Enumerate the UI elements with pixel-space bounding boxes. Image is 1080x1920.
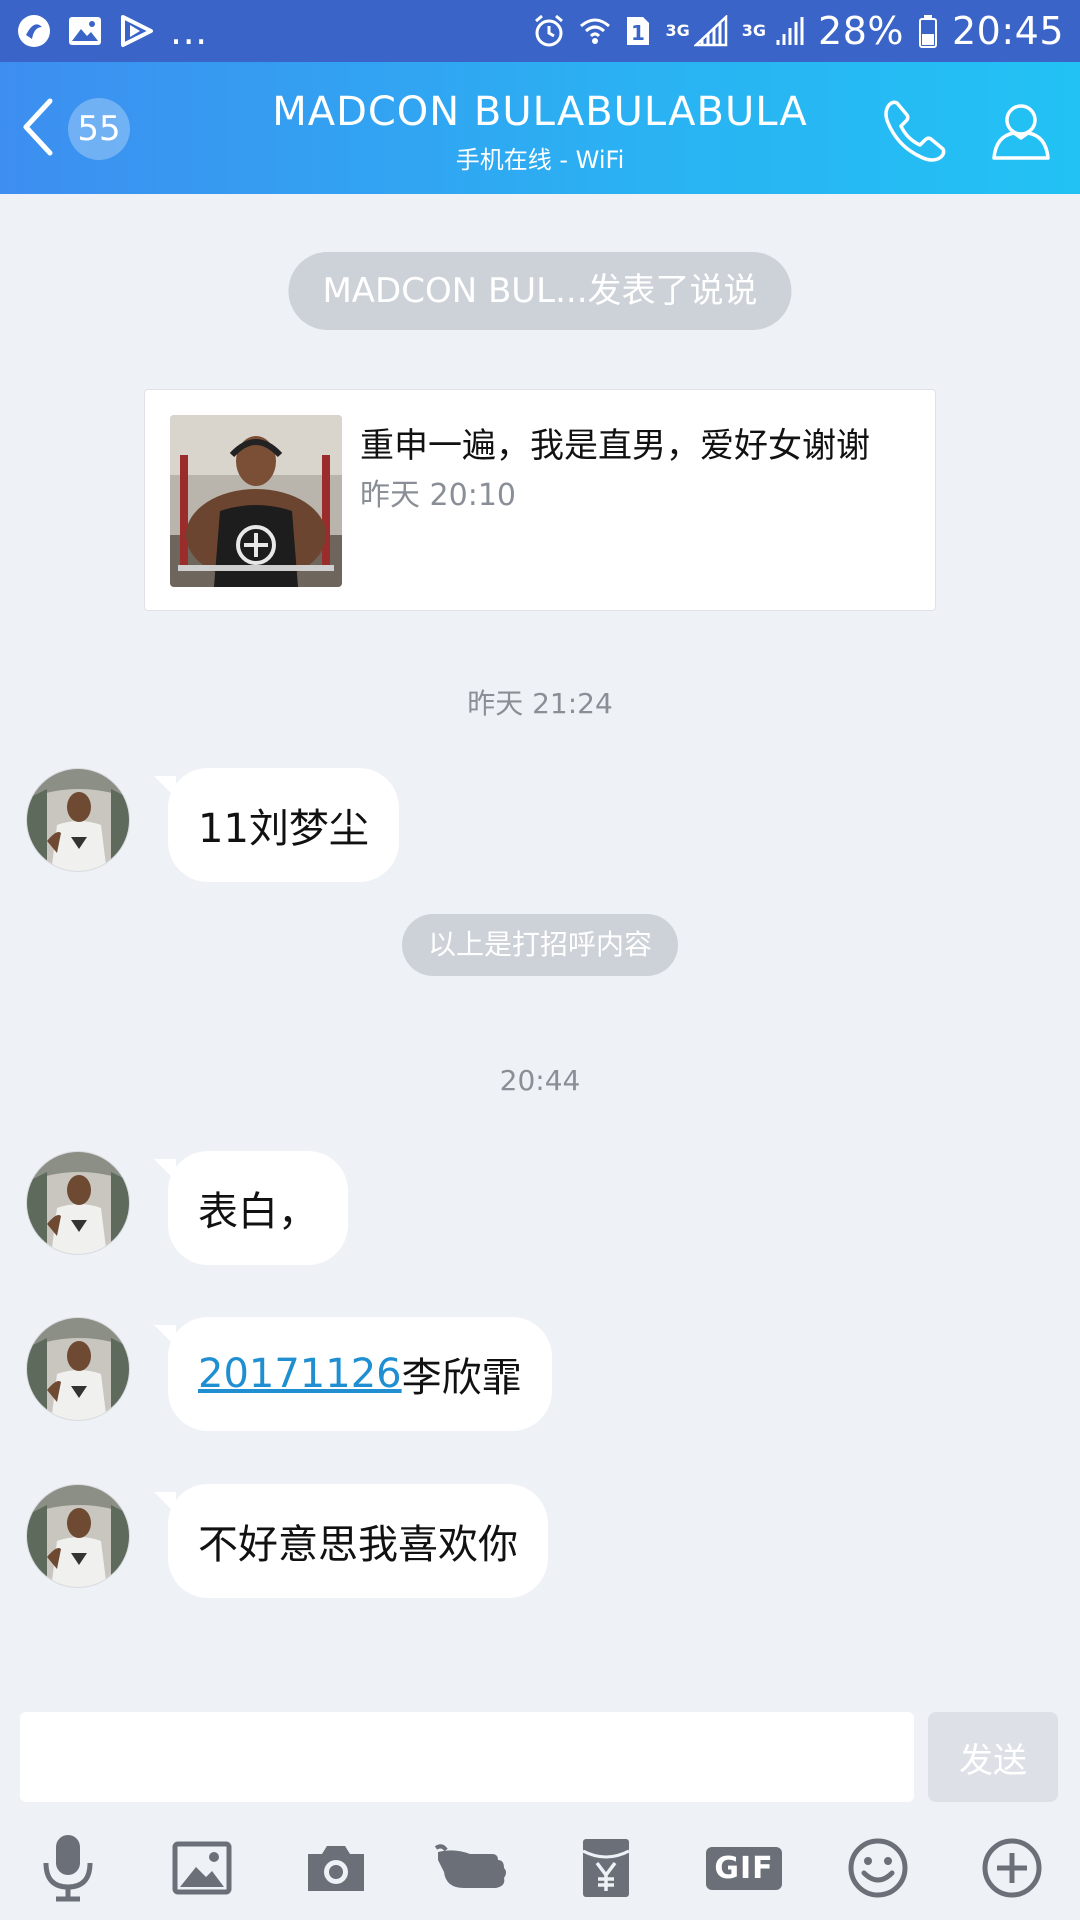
voice-button[interactable] bbox=[28, 1828, 108, 1908]
message-row: 不好意思我喜欢你 bbox=[26, 1484, 548, 1598]
timestamp: 昨天 21:24 bbox=[467, 687, 613, 720]
poke-icon bbox=[434, 1844, 506, 1888]
call-button[interactable] bbox=[880, 96, 950, 166]
signal-2-icon bbox=[770, 15, 804, 47]
post-notice: MADCON BUL...发表了说说 bbox=[288, 252, 792, 330]
emoji-icon bbox=[848, 1838, 908, 1898]
emoji-button[interactable] bbox=[838, 1828, 918, 1908]
gallery-notification-icon bbox=[68, 16, 102, 46]
network-type-1: 3G bbox=[665, 21, 690, 40]
post-thumbnail bbox=[170, 415, 342, 587]
camera-button[interactable] bbox=[296, 1828, 376, 1908]
red-packet-button[interactable] bbox=[566, 1828, 646, 1908]
message-bubble[interactable]: 不好意思我喜欢你 bbox=[154, 1484, 548, 1598]
input-bar: 发送 GIF bbox=[0, 1700, 1080, 1920]
message-text: 李欣霏 bbox=[401, 1355, 522, 1401]
image-button[interactable] bbox=[162, 1828, 242, 1908]
battery-icon bbox=[918, 14, 938, 48]
message-input[interactable] bbox=[20, 1712, 914, 1802]
message-bubble[interactable]: 20171126 李欣霏 bbox=[154, 1317, 552, 1431]
more-notifications: ... bbox=[170, 9, 208, 53]
avatar[interactable] bbox=[26, 768, 130, 872]
timestamp: 20:44 bbox=[499, 1064, 581, 1097]
status-bar: ... 1 3G 3G 28% 20:45 bbox=[0, 0, 1080, 62]
more-button[interactable] bbox=[972, 1828, 1052, 1908]
app-notification-icon bbox=[16, 13, 52, 49]
image-icon bbox=[172, 1841, 232, 1895]
post-text: 重申一遍，我是直男，爱好女谢谢 bbox=[360, 426, 870, 466]
wifi-icon bbox=[579, 16, 611, 46]
avatar[interactable] bbox=[26, 1484, 130, 1588]
message-text: 11刘梦尘 bbox=[198, 806, 369, 852]
date-link[interactable]: 20171126 bbox=[198, 1351, 402, 1397]
red-packet-icon bbox=[582, 1839, 630, 1897]
message-row: 11刘梦尘 bbox=[26, 768, 399, 882]
microphone-icon bbox=[43, 1835, 93, 1902]
greeting-notice: 以上是打招呼内容 bbox=[401, 914, 679, 976]
sim-slot-number: 1 bbox=[632, 21, 646, 45]
message-bubble[interactable]: 11刘梦尘 bbox=[154, 768, 399, 882]
shared-post-card[interactable]: 重申一遍，我是直男，爱好女谢谢 昨天 20:10 bbox=[144, 389, 936, 611]
send-button[interactable]: 发送 bbox=[928, 1712, 1058, 1802]
gif-icon: GIF bbox=[706, 1846, 782, 1890]
network-type-2: 3G bbox=[741, 21, 767, 40]
phone-icon bbox=[884, 100, 946, 162]
battery-percent: 28% bbox=[818, 9, 904, 53]
signal-1-icon bbox=[693, 15, 728, 47]
post-time: 昨天 20:10 bbox=[360, 478, 516, 513]
plus-icon bbox=[982, 1838, 1042, 1898]
message-text: 表白， bbox=[198, 1189, 318, 1235]
chat-header: 55 MADCON BULABULABULA 手机在线 - WiFi bbox=[0, 62, 1080, 194]
sim-slot-icon: 1 bbox=[625, 15, 651, 47]
message-row: 表白， bbox=[26, 1151, 348, 1265]
camera-icon bbox=[308, 1846, 364, 1891]
message-row: 20171126 李欣霏 bbox=[26, 1317, 552, 1431]
alarm-icon bbox=[533, 14, 565, 48]
avatar[interactable] bbox=[26, 1317, 130, 1421]
avatar[interactable] bbox=[26, 1151, 130, 1255]
poke-button[interactable] bbox=[432, 1828, 512, 1908]
message-bubble[interactable]: 表白， bbox=[154, 1151, 348, 1265]
gif-button[interactable]: GIF bbox=[704, 1828, 784, 1908]
message-text: 不好意思我喜欢你 bbox=[198, 1522, 518, 1568]
profile-button[interactable] bbox=[986, 96, 1056, 166]
person-icon bbox=[992, 104, 1050, 160]
input-toolbar: GIF bbox=[0, 1828, 1080, 1920]
clock: 20:45 bbox=[951, 9, 1064, 53]
video-notification-icon bbox=[118, 14, 154, 48]
